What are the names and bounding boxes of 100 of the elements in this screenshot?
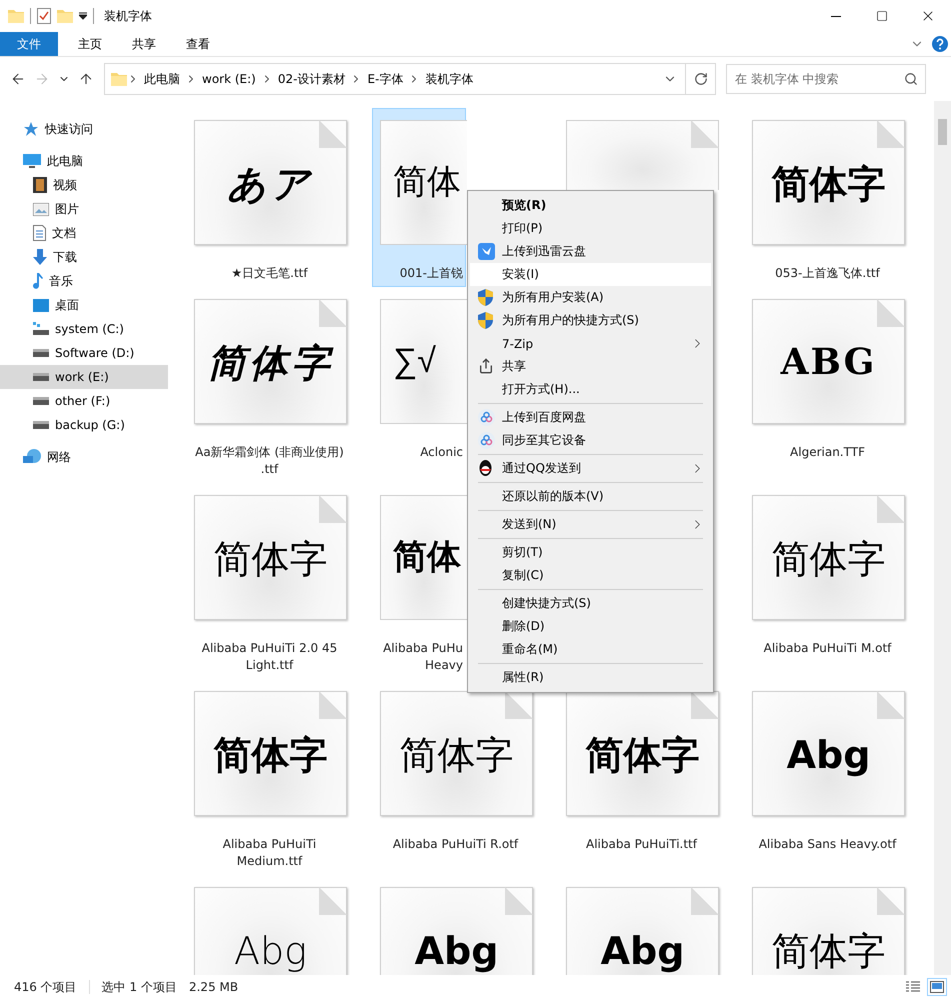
- view-button[interactable]: [927, 978, 947, 996]
- menu-item[interactable]: 同步至其它设备: [470, 429, 711, 452]
- sidebar-item[interactable]: 文档: [0, 221, 168, 245]
- font-preview: 简体字: [400, 736, 514, 774]
- search-icon[interactable]: [904, 72, 918, 86]
- sidebar-item[interactable]: 网络: [0, 445, 168, 469]
- menu-item[interactable]: 打开方式(H)...: [470, 378, 711, 401]
- desktop-icon: [33, 298, 49, 312]
- file-tab[interactable]: 文件: [0, 32, 58, 56]
- menu-item[interactable]: 删除(D): [470, 615, 711, 638]
- font-preview: Abg: [414, 932, 498, 970]
- font-preview: ∑√: [393, 344, 436, 378]
- file-name: Algerian.TTF: [789, 444, 866, 461]
- selected-file-tile[interactable]: 简体 001-上首锐: [372, 108, 466, 287]
- font-preview: 简体字: [214, 736, 328, 774]
- breadcrumb[interactable]: E-字体: [362, 70, 408, 88]
- file-name: 053-上首逸飞体.ttf: [774, 265, 882, 282]
- help-icon[interactable]: [932, 36, 948, 52]
- file-name: Alibaba PuHuiTi Medium.ttf: [222, 836, 318, 870]
- menu-item[interactable]: 7-Zip: [470, 332, 711, 355]
- drive-icon: [33, 349, 49, 357]
- ribbon-tab[interactable]: 共享: [118, 32, 170, 56]
- menu-item[interactable]: 重命名(M): [470, 638, 711, 661]
- folded-corner-icon: [877, 120, 905, 148]
- breadcrumb[interactable]: work (E:): [197, 72, 261, 86]
- folded-corner-icon: [877, 299, 905, 327]
- menu-item[interactable]: 通过QQ发送到: [470, 457, 711, 480]
- sidebar-item[interactable]: 快速访问: [0, 117, 168, 141]
- share-icon: [478, 358, 494, 374]
- sidebar-item[interactable]: 此电脑: [0, 149, 168, 173]
- menu-item[interactable]: 共享: [470, 355, 711, 378]
- menu-item[interactable]: 上传到迅雷云盘: [470, 240, 711, 263]
- breadcrumb[interactable]: 02-设计素材: [272, 70, 350, 88]
- scrollbar[interactable]: [934, 101, 951, 975]
- shield-icon: [478, 312, 493, 329]
- folder-icon: [111, 72, 127, 86]
- selection-count: 选中 1 个项目: [102, 978, 177, 996]
- menu-item[interactable]: 预览(R): [470, 194, 711, 217]
- menu-item[interactable]: 复制(C): [470, 564, 711, 587]
- folded-corner-icon: [691, 887, 719, 915]
- maximize-icon: [876, 10, 888, 22]
- down-arrow-icon: [33, 249, 47, 265]
- menu-item[interactable]: 为所有用户的快捷方式(S): [470, 309, 711, 332]
- window-title: 装机字体: [104, 8, 152, 24]
- drive-icon: [33, 397, 49, 405]
- sidebar-item[interactable]: 图片: [0, 197, 168, 221]
- item-count: 416 个项目: [14, 978, 77, 996]
- address-bar[interactable]: 此电脑 work (E:) 02-设计素材 E-字体 装机字体: [104, 63, 716, 95]
- folded-corner-icon: [319, 495, 347, 523]
- sidebar-item[interactable]: Software (D:): [0, 341, 168, 365]
- sidebar-item[interactable]: other (F:): [0, 389, 168, 413]
- sidebar-item[interactable]: 下载: [0, 245, 168, 269]
- folded-corner-icon: [319, 887, 347, 915]
- sidebar-item[interactable]: 桌面: [0, 293, 168, 317]
- folded-corner-icon: [691, 120, 719, 148]
- sidebar-item[interactable]: work (E:): [0, 365, 168, 389]
- file-name: ★日文毛笔.ttf: [230, 265, 309, 282]
- new-folder-icon: [57, 9, 73, 23]
- details-view-icon: [906, 981, 920, 993]
- scrollbar-thumb[interactable]: [938, 119, 947, 145]
- menu-item[interactable]: 上传到百度网盘: [470, 406, 711, 429]
- menu-item[interactable]: 属性(R): [470, 666, 711, 689]
- font-preview: 简体字: [208, 344, 334, 382]
- cloud-icon: [478, 432, 495, 449]
- ribbon-tab[interactable]: 查看: [172, 32, 224, 56]
- properties-icon[interactable]: [37, 8, 51, 24]
- ribbon-tab[interactable]: 主页: [64, 32, 116, 56]
- folded-corner-icon: [877, 691, 905, 719]
- search-field[interactable]: 在 装机字体 中搜索: [726, 64, 926, 94]
- menu-item[interactable]: 为所有用户安装(A): [470, 286, 711, 309]
- breadcrumb[interactable]: 装机字体: [420, 70, 478, 88]
- sidebar-item[interactable]: 视频: [0, 173, 168, 197]
- menu-item[interactable]: 剪切(T): [470, 541, 711, 564]
- refresh-icon: [694, 72, 708, 86]
- menu-item[interactable]: 创建快捷方式(S): [470, 592, 711, 615]
- file-name: Alibaba PuHuiTi M.otf: [762, 640, 893, 657]
- breadcrumb[interactable]: 此电脑: [139, 70, 185, 88]
- folded-corner-icon: [691, 691, 719, 719]
- folded-corner-icon: [505, 887, 533, 915]
- monitor-icon: [23, 154, 41, 168]
- menu-item[interactable]: 还原以前的版本(V): [470, 485, 711, 508]
- folded-corner-icon: [505, 691, 533, 719]
- menu-item[interactable]: 安装(I): [470, 263, 711, 286]
- font-preview: 简体字: [772, 932, 886, 970]
- file-name: 001-上首锐: [398, 265, 464, 282]
- folded-corner-icon: [877, 495, 905, 523]
- selection-size: 2.25 MB: [188, 980, 238, 994]
- folded-corner-icon: [877, 887, 905, 915]
- penguin-icon: [478, 460, 493, 477]
- file-name: Aclonic: [419, 444, 464, 461]
- sidebar-item[interactable]: 音乐: [0, 269, 168, 293]
- drive-icon: [33, 373, 49, 381]
- sidebar-item[interactable]: backup (G:): [0, 413, 168, 437]
- menu-item[interactable]: 发送到(N): [470, 513, 711, 536]
- menu-item[interactable]: 打印(P): [470, 217, 711, 240]
- file-name: Alibaba PuHuiTi R.otf: [392, 836, 520, 853]
- dropdown-icon[interactable]: [79, 12, 87, 20]
- file-name: Alibaba PuHuiTi.ttf: [585, 836, 698, 853]
- sidebar-item[interactable]: system (C:): [0, 317, 168, 341]
- font-preview: 简体: [393, 540, 461, 574]
